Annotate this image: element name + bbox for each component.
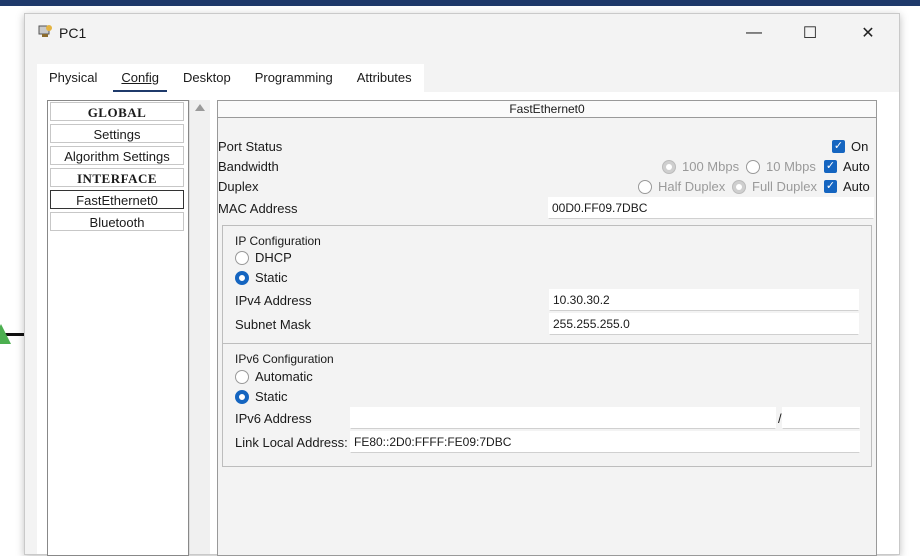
radio-icon [235, 270, 249, 285]
sidebar-item-bluetooth[interactable]: Bluetooth [50, 212, 184, 231]
radio-icon [235, 389, 249, 404]
ipv4-config-title: IP Configuration [235, 234, 321, 248]
maximize-button[interactable]: ☐ [787, 18, 833, 48]
radio-icon [235, 369, 249, 384]
checkbox-icon: ✓ [832, 140, 845, 153]
radio-icon [638, 179, 652, 194]
scroll-up-icon[interactable] [195, 104, 205, 111]
ipv4-static-radio[interactable]: Static [235, 270, 288, 285]
radio-icon [732, 179, 746, 194]
radio-icon [746, 159, 760, 174]
tab-attributes[interactable]: Attributes [345, 64, 424, 92]
link-local-label: Link Local Address: [235, 435, 348, 450]
bandwidth-auto-checkbox[interactable]: ✓ Auto [824, 159, 870, 174]
mac-address-field[interactable]: 00D0.FF09.7DBC [548, 197, 874, 219]
tab-config[interactable]: Config [109, 64, 171, 93]
list-scrollbar[interactable] [189, 100, 210, 554]
tab-physical[interactable]: Physical [37, 64, 109, 92]
bandwidth-10-radio[interactable]: 10 Mbps [746, 159, 816, 174]
close-icon: ✕ [861, 25, 875, 42]
maximize-icon: ☐ [802, 25, 818, 42]
duplex-label: Duplex [218, 179, 259, 194]
top-accent-bar [0, 0, 920, 6]
ipv6-automatic-radio[interactable]: Automatic [235, 369, 313, 384]
title-bar: PC1 — ☐ ✕ [25, 14, 899, 52]
interface-panel: FastEthernet0 Port Status ✓ On Bandwidth … [217, 100, 877, 556]
link-local-field[interactable]: FE80::2D0:FFFF:FE09:7DBC [350, 431, 860, 453]
sidebar-item-interface[interactable]: INTERFACE [50, 168, 184, 187]
ipv4-config-group: IP Configuration DHCP Static IPv4 Addres… [222, 225, 872, 344]
half-duplex-radio[interactable]: Half Duplex [638, 179, 725, 194]
ipv4-address-field[interactable]: 10.30.30.2 [549, 289, 859, 311]
ipv6-address-label: IPv6 Address [235, 411, 312, 426]
ipv6-config-group: IPv6 Configuration Automatic Static IPv6… [222, 343, 872, 467]
sidebar-item-settings[interactable]: Settings [50, 124, 184, 143]
radio-icon [662, 159, 676, 174]
tab-programming[interactable]: Programming [243, 64, 345, 92]
ipv6-config-title: IPv6 Configuration [235, 352, 334, 366]
close-button[interactable]: ✕ [845, 18, 891, 48]
minimize-icon: — [746, 24, 762, 41]
sidebar-item-fastethernet0[interactable]: FastEthernet0 [50, 190, 184, 209]
settings-list: GLOBAL Settings Algorithm Settings INTER… [47, 100, 189, 556]
full-duplex-radio[interactable]: Full Duplex [732, 179, 817, 194]
ipv6-static-radio[interactable]: Static [235, 389, 288, 404]
duplex-auto-checkbox[interactable]: ✓ Auto [824, 179, 870, 194]
subnet-mask-field[interactable]: 255.255.255.0 [549, 313, 859, 335]
radio-icon [235, 250, 249, 265]
port-status-toggle[interactable]: ✓ On [832, 139, 868, 154]
ipv6-prefix-field[interactable] [782, 407, 860, 429]
sidebar-item-global[interactable]: GLOBAL [50, 102, 184, 121]
tab-desktop[interactable]: Desktop [171, 64, 243, 92]
background-status-triangle [0, 324, 11, 344]
sidebar-item-algorithm-settings[interactable]: Algorithm Settings [50, 146, 184, 165]
device-window: PC1 — ☐ ✕ Physical Config Desktop Progra… [24, 13, 900, 556]
ipv4-address-label: IPv4 Address [235, 293, 312, 308]
config-pane: GLOBAL Settings Algorithm Settings INTER… [37, 92, 899, 556]
tab-bar: Physical Config Desktop Programming Attr… [37, 64, 424, 93]
window-title: PC1 [59, 25, 87, 41]
minimize-button[interactable]: — [731, 18, 777, 48]
checkbox-icon: ✓ [824, 160, 837, 173]
port-status-label: Port Status [218, 139, 283, 154]
pc-icon [38, 25, 52, 37]
subnet-mask-label: Subnet Mask [235, 317, 311, 332]
bandwidth-100-radio[interactable]: 100 Mbps [662, 159, 739, 174]
bandwidth-label: Bandwidth [218, 159, 279, 174]
mac-address-label: MAC Address [218, 201, 298, 216]
ipv6-address-field[interactable] [350, 407, 776, 429]
dhcp-radio[interactable]: DHCP [235, 250, 292, 265]
checkbox-icon: ✓ [824, 180, 837, 193]
interface-header: FastEthernet0 [218, 101, 876, 118]
